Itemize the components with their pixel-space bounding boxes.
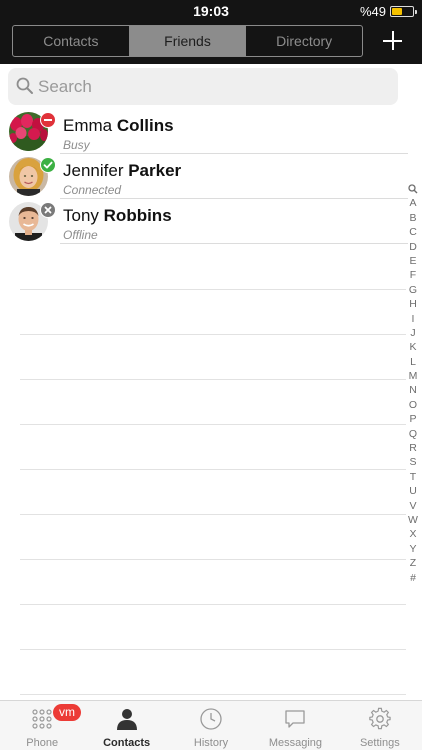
- index-letter[interactable]: P: [404, 412, 422, 426]
- tab-label: History: [193, 737, 229, 749]
- index-letter[interactable]: F: [404, 268, 422, 282]
- index-letter[interactable]: K: [404, 340, 422, 354]
- status-bar: 19:03 %49: [0, 0, 422, 22]
- index-letter[interactable]: U: [404, 484, 422, 498]
- search-icon: [16, 77, 33, 94]
- contact-status: Offline: [63, 228, 98, 242]
- index-search-icon[interactable]: [404, 182, 422, 196]
- contact-row-emma-collins[interactable]: Emma Collins Busy: [0, 109, 422, 154]
- index-letter[interactable]: #: [404, 571, 422, 585]
- index-letter[interactable]: V: [404, 499, 422, 513]
- list-divider: [20, 559, 406, 560]
- index-letter[interactable]: O: [404, 398, 422, 412]
- list-divider: [20, 649, 406, 650]
- list-divider: [20, 469, 406, 470]
- segment-contacts[interactable]: Contacts: [13, 26, 130, 56]
- tab-bar: vm Phone Contacts History Messaging Sett…: [0, 700, 422, 750]
- list-divider: [20, 379, 406, 380]
- voicemail-badge: vm: [53, 704, 81, 721]
- index-letter[interactable]: T: [404, 470, 422, 484]
- index-letter[interactable]: X: [404, 527, 422, 541]
- contact-row-jennifer-parker[interactable]: Jennifer Parker Connected: [0, 154, 422, 199]
- offline-status-icon: [40, 202, 56, 218]
- list-divider: [20, 289, 406, 290]
- tab-contacts[interactable]: Contacts: [84, 701, 168, 750]
- index-letter[interactable]: A: [404, 196, 422, 210]
- index-letter[interactable]: Y: [404, 542, 422, 556]
- busy-status-icon: [40, 112, 56, 128]
- connected-status-icon: [40, 157, 56, 173]
- tab-label: Settings: [359, 737, 400, 749]
- index-letter[interactable]: E: [404, 254, 422, 268]
- index-letter[interactable]: D: [404, 240, 422, 254]
- contact-last-name: Parker: [128, 161, 182, 180]
- search-bar: [8, 68, 398, 105]
- segment-friends[interactable]: Friends: [129, 26, 247, 56]
- index-letter[interactable]: L: [404, 355, 422, 369]
- alphabet-index[interactable]: A B C D E F G H I J K L M N O P Q R S T U V W X Y Z #: [404, 182, 422, 585]
- list-divider: [20, 694, 406, 695]
- search-input[interactable]: [36, 68, 386, 105]
- index-letter[interactable]: C: [404, 225, 422, 239]
- contact-list: Emma Collins Busy Jennifer Parker Connec…: [0, 109, 422, 244]
- tab-history[interactable]: History: [169, 701, 253, 750]
- index-letter[interactable]: I: [404, 312, 422, 326]
- tab-phone[interactable]: vm Phone: [0, 701, 84, 750]
- tab-label: Messaging: [268, 737, 323, 749]
- contact-name: Tony Robbins: [63, 206, 172, 226]
- row-separator: [60, 243, 408, 244]
- index-letter[interactable]: Z: [404, 556, 422, 570]
- battery-fill: [392, 8, 402, 15]
- tab-messaging[interactable]: Messaging: [253, 701, 337, 750]
- segment-directory[interactable]: Directory: [246, 26, 362, 56]
- contact-status: Busy: [63, 138, 90, 152]
- index-letter[interactable]: N: [404, 383, 422, 397]
- index-letter[interactable]: H: [404, 297, 422, 311]
- battery-icon: [390, 6, 417, 17]
- contact-name: Emma Collins: [63, 116, 174, 136]
- index-letters: A B C D E F G H I J K L M N O P Q R S T U V W X Y Z #: [404, 196, 422, 585]
- list-divider: [20, 334, 406, 335]
- segmented-control: Contacts Friends Directory: [12, 25, 363, 57]
- contact-last-name: Robbins: [103, 206, 172, 225]
- add-contact-button[interactable]: [381, 29, 405, 53]
- contact-row-tony-robbins[interactable]: Tony Robbins Offline: [0, 199, 422, 244]
- contact-first-name: Jennifer: [63, 161, 124, 180]
- index-letter[interactable]: J: [404, 326, 422, 340]
- contact-last-name: Collins: [116, 116, 174, 135]
- contact-name: Jennifer Parker: [63, 161, 181, 181]
- index-letter[interactable]: B: [404, 211, 422, 225]
- tab-settings[interactable]: Settings: [338, 701, 422, 750]
- gear-icon: [369, 707, 391, 730]
- chat-bubble-icon: [285, 710, 306, 728]
- list-divider: [20, 514, 406, 515]
- index-letter[interactable]: W: [404, 513, 422, 527]
- battery-cap: [415, 10, 417, 14]
- tab-label: Contacts: [103, 737, 151, 749]
- list-divider: [20, 604, 406, 605]
- dialpad-icon: [32, 709, 52, 729]
- index-letter[interactable]: Q: [404, 427, 422, 441]
- status-time: 19:03: [193, 3, 229, 19]
- battery-percent: %49: [359, 4, 386, 19]
- navigation-bar: Contacts Friends Directory: [0, 22, 422, 64]
- index-letter[interactable]: G: [404, 283, 422, 297]
- index-letter[interactable]: R: [404, 441, 422, 455]
- clock-icon: [200, 708, 222, 730]
- contact-first-name: Tony: [63, 206, 99, 225]
- index-letter[interactable]: S: [404, 455, 422, 469]
- contact-status: Connected: [63, 183, 122, 197]
- person-icon: [116, 709, 137, 730]
- contact-first-name: Emma: [63, 116, 113, 135]
- tab-label: Phone: [26, 737, 59, 749]
- list-divider: [20, 424, 406, 425]
- index-letter[interactable]: M: [404, 369, 422, 383]
